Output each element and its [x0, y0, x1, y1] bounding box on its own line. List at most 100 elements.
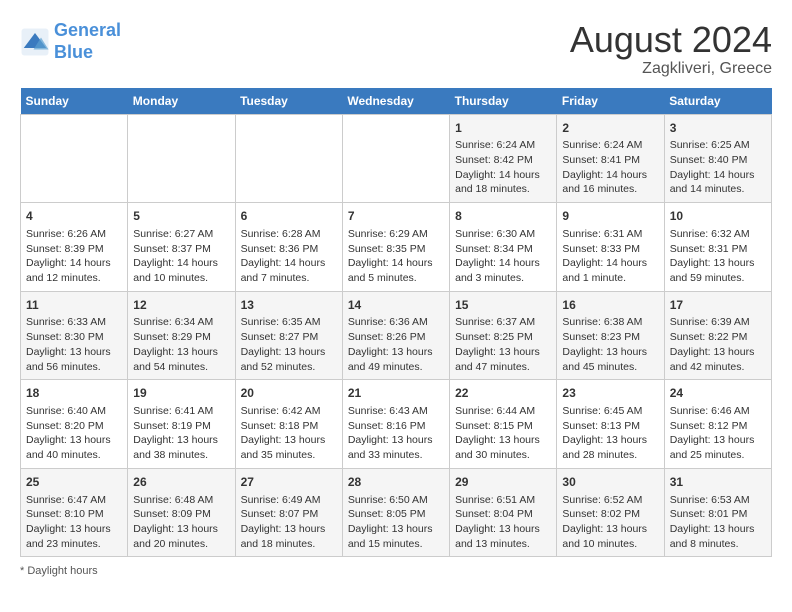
day-info: Sunrise: 6:38 AM Sunset: 8:23 PM Dayligh… — [562, 315, 658, 374]
day-info: Sunrise: 6:24 AM Sunset: 8:42 PM Dayligh… — [455, 138, 551, 197]
day-info: Sunrise: 6:44 AM Sunset: 8:15 PM Dayligh… — [455, 404, 551, 463]
calendar-week-2: 11Sunrise: 6:33 AM Sunset: 8:30 PM Dayli… — [21, 291, 772, 380]
day-number: 15 — [455, 297, 551, 314]
calendar-cell: 28 Sunrise: 6:50 AM Sunset: 8:05 PM Dayli… — [342, 468, 449, 557]
day-info: Sunrise: 6:49 AM Sunset: 8:07 PM Dayligh… — [241, 493, 337, 552]
calendar-cell: 16Sunrise: 6:38 AM Sunset: 8:23 PM Dayli… — [557, 291, 664, 380]
footnote: * Daylight hours — [20, 565, 772, 577]
day-info: Sunrise: 6:30 AM Sunset: 8:34 PM Dayligh… — [455, 227, 551, 286]
day-number: 3 — [670, 120, 766, 137]
logo: General Blue — [20, 20, 121, 63]
day-info: Sunrise: 6:39 AM Sunset: 8:22 PM Dayligh… — [670, 315, 766, 374]
day-info: Sunrise: 6:48 AM Sunset: 8:09 PM Dayligh… — [133, 493, 229, 552]
day-number: 11 — [26, 297, 122, 314]
calendar-cell — [128, 114, 235, 203]
day-info: Sunrise: 6:47 AM Sunset: 8:10 PM Dayligh… — [26, 493, 122, 552]
day-info: Sunrise: 6:27 AM Sunset: 8:37 PM Dayligh… — [133, 227, 229, 286]
calendar-cell — [342, 114, 449, 203]
day-number: 25 — [26, 474, 122, 491]
calendar-week-3: 18 Sunrise: 6:40 AM Sunset: 8:20 PM Dayli… — [21, 380, 772, 469]
header-wednesday: Wednesday — [342, 88, 449, 115]
header-monday: Monday — [128, 88, 235, 115]
day-info: Sunrise: 6:36 AM Sunset: 8:26 PM Dayligh… — [348, 315, 444, 374]
calendar-cell: 11Sunrise: 6:33 AM Sunset: 8:30 PM Dayli… — [21, 291, 128, 380]
calendar-cell: 15Sunrise: 6:37 AM Sunset: 8:25 PM Dayli… — [450, 291, 557, 380]
calendar-cell: 12Sunrise: 6:34 AM Sunset: 8:29 PM Dayli… — [128, 291, 235, 380]
header-tuesday: Tuesday — [235, 88, 342, 115]
calendar-cell: 7Sunrise: 6:29 AM Sunset: 8:35 PM Daylig… — [342, 203, 449, 292]
day-number: 8 — [455, 208, 551, 225]
day-info: Sunrise: 6:46 AM Sunset: 8:12 PM Dayligh… — [670, 404, 766, 463]
day-info: Sunrise: 6:33 AM Sunset: 8:30 PM Dayligh… — [26, 315, 122, 374]
day-number: 29 — [455, 474, 551, 491]
calendar-cell: 6 Sunrise: 6:28 AM Sunset: 8:36 PM Daylig… — [235, 203, 342, 292]
calendar-table: SundayMondayTuesdayWednesdayThursdayFrid… — [20, 88, 772, 558]
day-number: 22 — [455, 385, 551, 402]
day-info: Sunrise: 6:53 AM Sunset: 8:01 PM Dayligh… — [670, 493, 766, 552]
calendar-cell: 25 Sunrise: 6:47 AM Sunset: 8:10 PM Dayli… — [21, 468, 128, 557]
header-thursday: Thursday — [450, 88, 557, 115]
day-number: 1 — [455, 120, 551, 137]
day-number: 5 — [133, 208, 229, 225]
header-sunday: Sunday — [21, 88, 128, 115]
day-info: Sunrise: 6:35 AM Sunset: 8:27 PM Dayligh… — [241, 315, 337, 374]
logo-line2: Blue — [54, 42, 93, 62]
page-header: General Blue August 2024 Zagkliveri, Gre… — [20, 20, 772, 78]
day-number: 28 — [348, 474, 444, 491]
calendar-cell — [235, 114, 342, 203]
calendar-cell: 13Sunrise: 6:35 AM Sunset: 8:27 PM Dayli… — [235, 291, 342, 380]
title-block: August 2024 Zagkliveri, Greece — [570, 20, 772, 78]
calendar-cell: 4Sunrise: 6:26 AM Sunset: 8:39 PM Daylig… — [21, 203, 128, 292]
day-number: 17 — [670, 297, 766, 314]
calendar-cell: 17Sunrise: 6:39 AM Sunset: 8:22 PM Dayli… — [664, 291, 771, 380]
header-friday: Friday — [557, 88, 664, 115]
calendar-cell: 9 Sunrise: 6:31 AM Sunset: 8:33 PM Daylig… — [557, 203, 664, 292]
day-number: 6 — [241, 208, 337, 225]
day-info: Sunrise: 6:50 AM Sunset: 8:05 PM Dayligh… — [348, 493, 444, 552]
calendar-title: August 2024 — [570, 20, 772, 60]
day-number: 4 — [26, 208, 122, 225]
calendar-cell: 10 Sunrise: 6:32 AM Sunset: 8:31 PM Dayli… — [664, 203, 771, 292]
calendar-cell: 5 Sunrise: 6:27 AM Sunset: 8:37 PM Daylig… — [128, 203, 235, 292]
day-number: 18 — [26, 385, 122, 402]
calendar-cell: 27 Sunrise: 6:49 AM Sunset: 8:07 PM Dayli… — [235, 468, 342, 557]
day-number: 13 — [241, 297, 337, 314]
day-info: Sunrise: 6:32 AM Sunset: 8:31 PM Dayligh… — [670, 227, 766, 286]
day-number: 16 — [562, 297, 658, 314]
day-number: 30 — [562, 474, 658, 491]
calendar-cell: 24 Sunrise: 6:46 AM Sunset: 8:12 PM Dayli… — [664, 380, 771, 469]
calendar-cell: 20 Sunrise: 6:42 AM Sunset: 8:18 PM Dayli… — [235, 380, 342, 469]
day-info: Sunrise: 6:43 AM Sunset: 8:16 PM Dayligh… — [348, 404, 444, 463]
day-info: Sunrise: 6:31 AM Sunset: 8:33 PM Dayligh… — [562, 227, 658, 286]
calendar-week-1: 4Sunrise: 6:26 AM Sunset: 8:39 PM Daylig… — [21, 203, 772, 292]
logo-text: General Blue — [54, 20, 121, 63]
calendar-subtitle: Zagkliveri, Greece — [570, 60, 772, 78]
day-number: 31 — [670, 474, 766, 491]
day-number: 20 — [241, 385, 337, 402]
calendar-cell: 31 Sunrise: 6:53 AM Sunset: 8:01 PM Dayli… — [664, 468, 771, 557]
calendar-cell: 18 Sunrise: 6:40 AM Sunset: 8:20 PM Dayli… — [21, 380, 128, 469]
calendar-cell: 14Sunrise: 6:36 AM Sunset: 8:26 PM Dayli… — [342, 291, 449, 380]
day-number: 12 — [133, 297, 229, 314]
logo-line1: General — [54, 20, 121, 40]
calendar-cell: 19 Sunrise: 6:41 AM Sunset: 8:19 PM Dayli… — [128, 380, 235, 469]
header-saturday: Saturday — [664, 88, 771, 115]
calendar-cell: 8 Sunrise: 6:30 AM Sunset: 8:34 PM Daylig… — [450, 203, 557, 292]
day-number: 9 — [562, 208, 658, 225]
day-info: Sunrise: 6:24 AM Sunset: 8:41 PM Dayligh… — [562, 138, 658, 197]
calendar-cell: 22 Sunrise: 6:44 AM Sunset: 8:15 PM Dayli… — [450, 380, 557, 469]
day-number: 14 — [348, 297, 444, 314]
day-number: 21 — [348, 385, 444, 402]
calendar-cell — [21, 114, 128, 203]
day-info: Sunrise: 6:40 AM Sunset: 8:20 PM Dayligh… — [26, 404, 122, 463]
calendar-cell: 26Sunrise: 6:48 AM Sunset: 8:09 PM Dayli… — [128, 468, 235, 557]
day-number: 24 — [670, 385, 766, 402]
day-info: Sunrise: 6:41 AM Sunset: 8:19 PM Dayligh… — [133, 404, 229, 463]
day-info: Sunrise: 6:37 AM Sunset: 8:25 PM Dayligh… — [455, 315, 551, 374]
day-number: 10 — [670, 208, 766, 225]
day-number: 19 — [133, 385, 229, 402]
day-number: 27 — [241, 474, 337, 491]
day-number: 2 — [562, 120, 658, 137]
day-info: Sunrise: 6:42 AM Sunset: 8:18 PM Dayligh… — [241, 404, 337, 463]
day-info: Sunrise: 6:28 AM Sunset: 8:36 PM Dayligh… — [241, 227, 337, 286]
